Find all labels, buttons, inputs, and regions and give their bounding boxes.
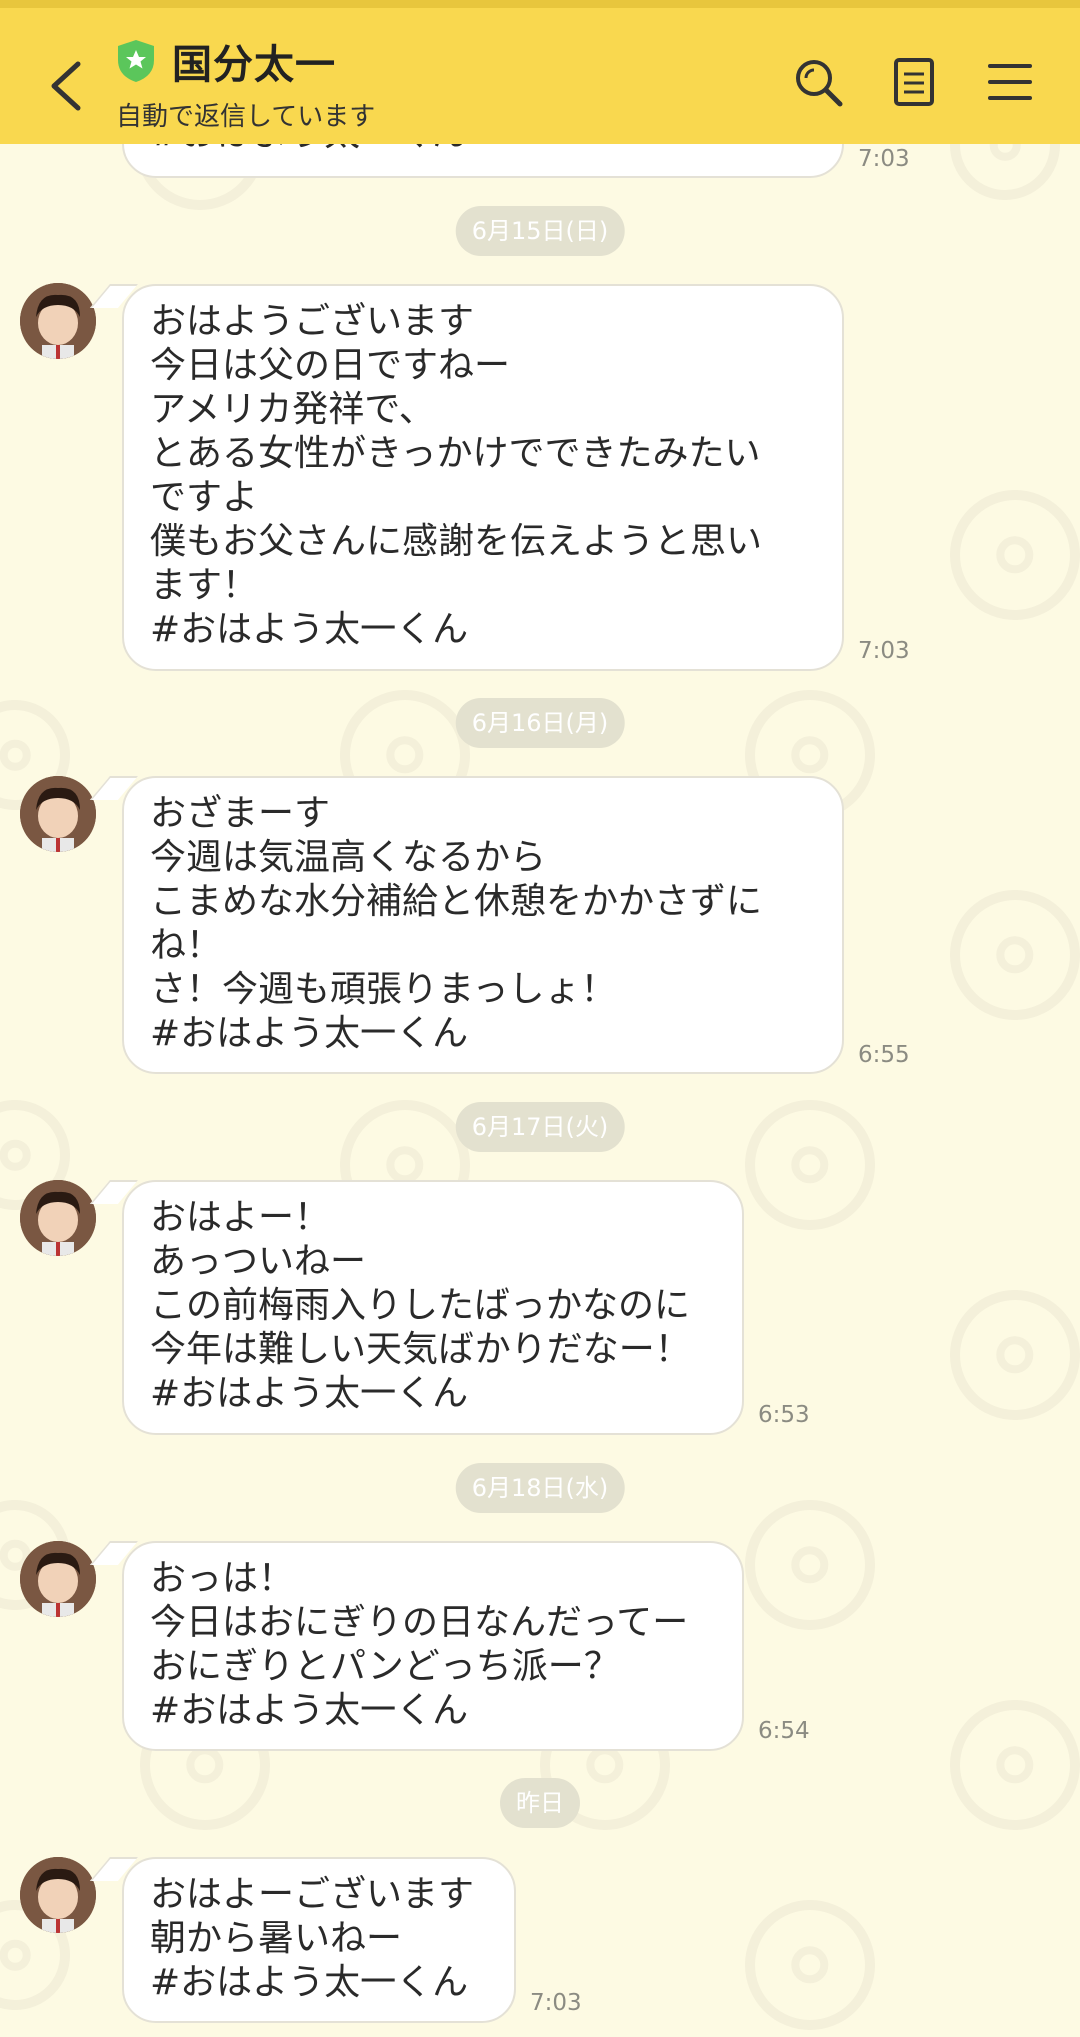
back-button[interactable] <box>40 48 100 118</box>
verified-shield-icon <box>116 38 156 84</box>
avatar[interactable] <box>20 1857 96 1933</box>
chat-area[interactable]: #おはよう太一くん 7:03 6月15日(日) おはようございます 今日は父の日… <box>0 0 1080 2037</box>
avatar-image <box>20 1180 96 1256</box>
auto-reply-status: 自動で返信しています <box>116 102 376 132</box>
date-separator: 6月18日(水) <box>455 1463 625 1513</box>
avatar[interactable] <box>20 1180 96 1256</box>
date-separator: 昨日 <box>500 1778 580 1828</box>
hamburger-menu-icon <box>988 64 1032 100</box>
message-time: 7:03 <box>530 1990 582 2016</box>
note-icon <box>894 58 934 106</box>
date-separator: 6月15日(日) <box>455 206 625 256</box>
menu-button[interactable] <box>982 54 1038 110</box>
message-time: 6:54 <box>758 1718 810 1744</box>
message-bubble[interactable]: おはよーございます 朝から暑いねー #おはよう太一くん <box>122 1857 516 2023</box>
message-bubble[interactable]: おっは！ 今日はおにぎりの日なんだってー おにぎりとパンどっち派ー？ #おはよう… <box>122 1541 744 1751</box>
chevron-left-icon <box>51 61 81 111</box>
chat-title: 国分太一 <box>172 42 336 88</box>
message-bubble[interactable]: おざまーす 今週は気温高くなるから こまめな水分補給と休憩をかかさずに ね！ さ… <box>122 776 844 1074</box>
message-bubble[interactable]: おはようございます 今日は父の日ですねー アメリカ発祥で、 とある女性がきっかけ… <box>122 284 844 671</box>
message-time: 7:03 <box>858 638 910 664</box>
date-separator: 6月16日(月) <box>455 698 625 748</box>
avatar[interactable] <box>20 283 96 359</box>
chat-header: 国分太一 自動で返信しています <box>0 0 1080 144</box>
avatar[interactable] <box>20 776 96 852</box>
message-time: 7:03 <box>858 146 910 172</box>
message-bubble[interactable]: おはよー！ あっついねー この前梅雨入りしたばっかなのに 今年は難しい天気ばかり… <box>122 1180 744 1435</box>
avatar-image <box>20 283 96 359</box>
date-separator: 6月17日(火) <box>455 1102 625 1152</box>
avatar-image <box>20 776 96 852</box>
avatar-image <box>20 1541 96 1617</box>
avatar[interactable] <box>20 1541 96 1617</box>
message-time: 6:55 <box>858 1042 910 1068</box>
message-time: 6:53 <box>758 1402 810 1428</box>
avatar-image <box>20 1857 96 1933</box>
search-icon <box>796 60 843 107</box>
search-button[interactable] <box>790 54 846 110</box>
notes-button[interactable] <box>886 54 942 110</box>
